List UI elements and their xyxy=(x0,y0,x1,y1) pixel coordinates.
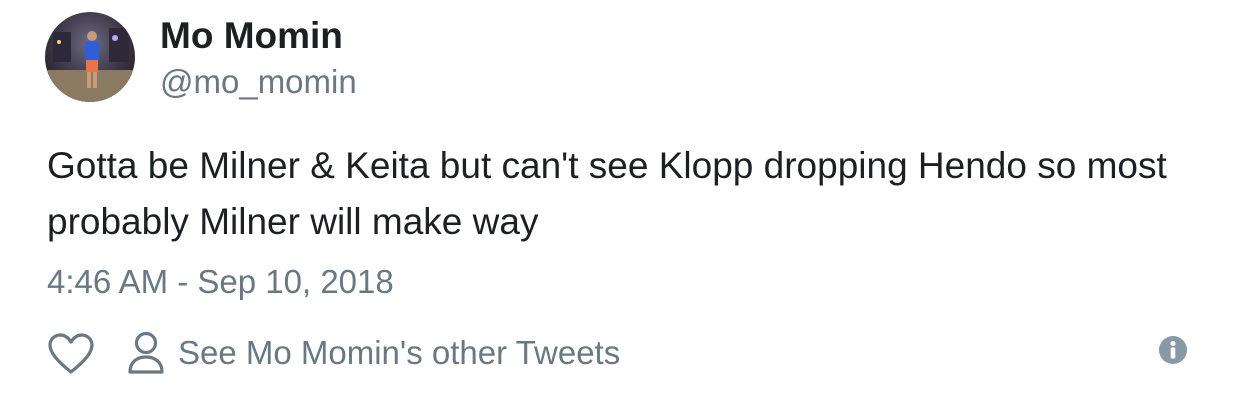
heart-icon xyxy=(48,333,94,374)
info-icon xyxy=(1159,336,1187,364)
embedded-tweet: Mo Momin @mo_momin Gotta be Milner & Kei… xyxy=(0,0,1240,401)
avatar-photo xyxy=(45,12,135,102)
tweet-text: Gotta be Milner & Keita but can't see Kl… xyxy=(47,145,1167,242)
info-button[interactable] xyxy=(1158,335,1188,365)
like-button[interactable] xyxy=(46,332,96,376)
author-handle[interactable]: @mo_momin xyxy=(160,62,357,102)
avatar[interactable] xyxy=(45,12,135,102)
tweet-timestamp[interactable]: 4:46 AM - Sep 10, 2018 xyxy=(47,260,394,304)
see-other-tweets-link[interactable]: See Mo Momin's other Tweets xyxy=(124,330,620,376)
person-icon xyxy=(128,331,164,374)
author-name[interactable]: Mo Momin xyxy=(160,14,343,58)
see-other-tweets-label: See Mo Momin's other Tweets xyxy=(178,334,621,371)
